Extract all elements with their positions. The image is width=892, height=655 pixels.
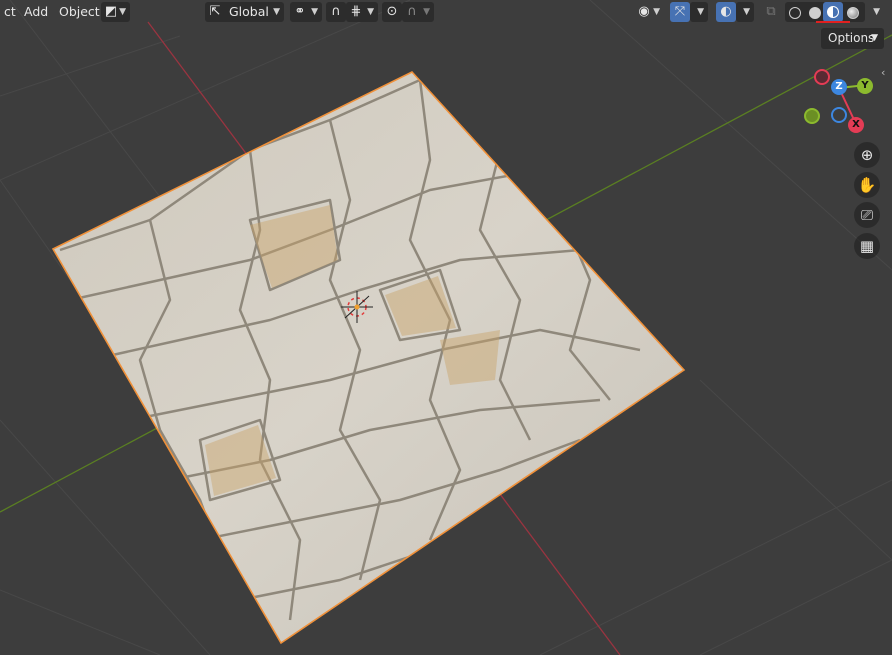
magnet-icon: ∩ (331, 4, 341, 19)
chevron-down-icon: ▼ (311, 7, 318, 17)
options-label: Options (828, 31, 875, 45)
material-shading-button[interactable] (823, 2, 843, 22)
gizmo-x-axis[interactable]: X (848, 117, 864, 133)
gizmo-z-axis[interactable]: Z (831, 79, 847, 95)
mode-icon: ◩ (104, 4, 118, 19)
zoom-icon: ⊕ (860, 146, 874, 164)
eye-icon: ◉ (638, 4, 650, 19)
snap-target-dropdown[interactable]: ⋕ ▼ (346, 2, 378, 22)
wireframe-shading-icon[interactable] (789, 7, 801, 19)
proportional-edit-toggle[interactable]: ⊙ (382, 2, 402, 22)
rendered-shading-icon[interactable] (847, 7, 859, 19)
shading-mode-group (785, 2, 865, 22)
shading-dropdown[interactable]: ▼ (866, 2, 882, 22)
menu-object[interactable]: Object (55, 2, 104, 22)
solid-shading-icon[interactable] (809, 7, 821, 19)
gizmo-neg-y[interactable] (804, 108, 820, 124)
chevron-down-icon: ▼ (423, 7, 430, 17)
gizmo-dropdown[interactable]: ▼ (690, 2, 708, 22)
chevron-down-icon: ▼ (873, 7, 880, 17)
proportional-edit-icon: ⊙ (386, 4, 398, 19)
chevron-down-icon: ▼ (871, 33, 878, 43)
chevron-down-icon: ▼ (119, 7, 126, 17)
pivot-point-dropdown[interactable]: ⚭ ▼ (290, 2, 322, 22)
chevron-down-icon: ▼ (697, 7, 704, 17)
grid-icon: ▦ (859, 237, 875, 255)
gizmo-icon: ⤧ (674, 4, 686, 19)
xray-icon: ⧉ (766, 4, 776, 19)
visibility-dropdown[interactable]: ◉ ▼ (634, 2, 664, 22)
overlay-dropdown[interactable]: ▼ (736, 2, 754, 22)
snap-toggle[interactable]: ∩ (326, 2, 346, 22)
interaction-mode-dropdown[interactable]: ◩ ▼ (101, 2, 130, 22)
navigation-gizmo[interactable] (800, 62, 880, 140)
xray-toggle[interactable]: ⧉ (762, 2, 780, 22)
gizmo-neg-x[interactable] (814, 69, 830, 85)
hand-icon: ✋ (857, 176, 877, 194)
overlay-toggle[interactable]: ◐ (716, 2, 736, 22)
3d-viewport[interactable] (0, 0, 892, 655)
orientation-value: Global (229, 4, 269, 19)
camera-view-button[interactable]: ⎚ (854, 202, 880, 228)
options-dropdown[interactable]: Options ▼ (821, 28, 884, 49)
falloff-icon: ∩ (407, 4, 417, 19)
menu-add[interactable]: Add (20, 2, 52, 22)
chevron-down-icon: ▼ (653, 7, 660, 17)
zoom-button[interactable]: ⊕ (854, 142, 880, 168)
gizmo-toggle[interactable]: ⤧ (670, 2, 690, 22)
pan-button[interactable]: ✋ (854, 172, 880, 198)
snap-grid-icon: ⋕ (350, 4, 362, 19)
material-shading-icon (827, 6, 839, 18)
viewport-header: ct Add Object ◩ ▼ ⇱ Global ▼ ⚭ ▼ ∩ ⋕ ▼ ⊙… (0, 0, 892, 24)
falloff-dropdown[interactable]: ∩ ▼ (402, 2, 434, 22)
sidebar-toggle-arrow-icon[interactable]: ‹ (881, 66, 885, 79)
chevron-down-icon: ▼ (273, 7, 280, 17)
active-shading-underline (816, 21, 850, 23)
chevron-down-icon: ▼ (367, 7, 374, 17)
chevron-down-icon: ▼ (743, 7, 750, 17)
overlay-icon: ◐ (720, 4, 732, 19)
stone-plane[interactable] (51, 71, 686, 645)
gizmo-neg-z[interactable] (831, 107, 847, 123)
orientation-icon: ⇱ (209, 4, 221, 19)
camera-icon: ⎚ (860, 206, 873, 224)
gizmo-y-axis[interactable]: Y (857, 78, 873, 94)
pivot-icon: ⚭ (294, 4, 306, 19)
transform-orientation-dropdown[interactable]: ⇱ Global ▼ (205, 2, 284, 22)
ortho-toggle-button[interactable]: ▦ (854, 233, 880, 259)
menu-select[interactable]: ct (0, 2, 20, 22)
